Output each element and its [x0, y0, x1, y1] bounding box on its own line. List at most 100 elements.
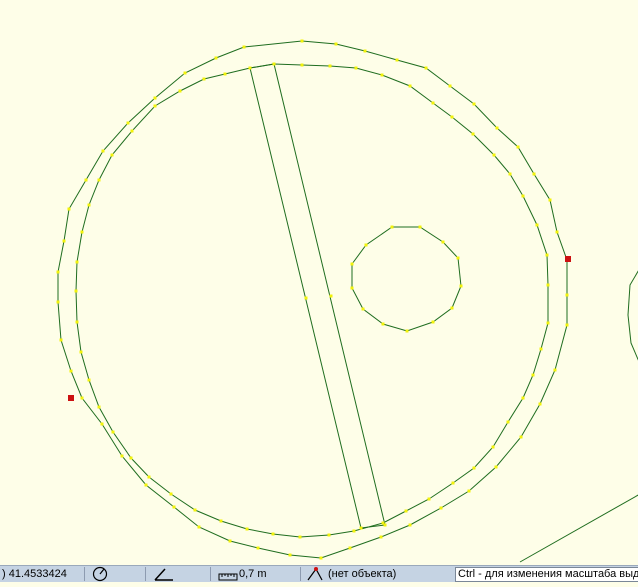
vertex-marker[interactable] [67, 207, 71, 211]
vertex-marker[interactable] [256, 546, 260, 550]
vertex-marker[interactable] [144, 483, 148, 487]
vertex-marker[interactable] [364, 243, 368, 247]
vertex-marker[interactable] [565, 323, 569, 327]
vertex-marker[interactable] [494, 465, 498, 469]
vertex-marker[interactable] [197, 525, 201, 529]
vertex-marker[interactable] [546, 283, 550, 287]
vertex-marker[interactable] [153, 104, 157, 108]
diagonal-strip-outline[interactable] [249, 63, 386, 529]
angle-icon[interactable] [153, 566, 175, 582]
vertex-marker[interactable] [178, 89, 182, 93]
vertex-marker[interactable] [495, 126, 499, 130]
selected-vertex-right[interactable] [565, 256, 571, 262]
vertex-marker[interactable] [120, 454, 124, 458]
vertex-marker[interactable] [531, 373, 535, 377]
vertex-marker[interactable] [219, 519, 223, 523]
vertex-marker[interactable] [381, 322, 385, 326]
outer-ring-outline[interactable] [57, 40, 568, 559]
inner-ring-outline[interactable] [75, 63, 549, 538]
vertex-marker[interactable] [363, 49, 367, 53]
vertex-marker[interactable] [467, 489, 471, 493]
vertex-marker[interactable] [87, 378, 91, 382]
vertex-marker[interactable] [506, 420, 510, 424]
vertex-marker[interactable] [84, 178, 88, 182]
vertex-marker[interactable] [427, 497, 431, 501]
vertex-marker[interactable] [538, 402, 542, 406]
partial-shape-outline[interactable] [627, 268, 638, 364]
vertex-marker[interactable] [56, 300, 60, 304]
vertex-marker[interactable] [359, 526, 363, 530]
vertex-marker[interactable] [456, 256, 460, 260]
vertex-marker[interactable] [97, 405, 101, 409]
vertex-marker[interactable] [492, 153, 496, 157]
vertex-marker[interactable] [59, 338, 63, 342]
vertex-marker[interactable] [288, 553, 292, 557]
vertex-marker[interactable] [450, 306, 454, 310]
vertex-marker[interactable] [298, 535, 302, 539]
vertex-marker[interactable] [350, 262, 354, 266]
vertex-marker[interactable] [87, 203, 91, 207]
vertex-marker[interactable] [328, 64, 332, 68]
vertex-marker[interactable] [271, 532, 275, 536]
vertex-marker[interactable] [565, 293, 569, 297]
vertex-marker[interactable] [272, 62, 276, 66]
vertex-marker[interactable] [361, 307, 365, 311]
vertex-marker[interactable] [441, 240, 445, 244]
vertex-marker[interactable] [169, 492, 173, 496]
vertex-marker[interactable] [519, 435, 523, 439]
vertex-marker[interactable] [101, 149, 105, 153]
vertex-marker[interactable] [539, 347, 543, 351]
vertex-marker[interactable] [352, 529, 356, 533]
vertex-marker[interactable] [521, 396, 525, 400]
vertex-marker[interactable] [62, 239, 66, 243]
vertex-marker[interactable] [79, 350, 83, 354]
vertex-marker[interactable] [80, 230, 84, 234]
vertex-marker[interactable] [546, 321, 550, 325]
vertex-marker[interactable] [111, 430, 115, 434]
vertex-marker[interactable] [327, 533, 331, 537]
vertex-marker[interactable] [491, 445, 495, 449]
vertex-marker[interactable] [508, 172, 512, 176]
vertex-marker[interactable] [439, 506, 443, 510]
vertex-marker[interactable] [97, 178, 101, 182]
vertex-marker[interactable] [202, 77, 206, 81]
vertex-marker[interactable] [56, 270, 60, 274]
vertex-marker[interactable] [304, 296, 308, 300]
vertex-marker[interactable] [130, 129, 134, 133]
vertex-marker[interactable] [383, 523, 387, 527]
vertex-marker[interactable] [300, 39, 304, 43]
vertex-marker[interactable] [472, 466, 476, 470]
vertex-marker[interactable] [348, 546, 352, 550]
vertex-marker[interactable] [248, 66, 252, 70]
diagonal-line[interactable] [519, 494, 638, 563]
vertex-marker[interactable] [183, 71, 187, 75]
vertex-marker[interactable] [193, 508, 197, 512]
vertex-marker[interactable] [516, 145, 520, 149]
vertex-marker[interactable] [395, 58, 399, 62]
vertex-marker[interactable] [172, 505, 176, 509]
vertex-marker[interactable] [214, 56, 218, 60]
vertex-marker[interactable] [354, 66, 358, 70]
vertex-marker[interactable] [448, 84, 452, 88]
vertex-marker[interactable] [404, 509, 408, 513]
vertex-marker[interactable] [242, 45, 246, 49]
vertex-marker[interactable] [431, 320, 435, 324]
vertex-marker[interactable] [424, 66, 428, 70]
vertex-marker[interactable] [153, 96, 157, 100]
vertex-marker[interactable] [100, 422, 104, 426]
ruler-icon[interactable] [218, 566, 238, 582]
vertex-marker[interactable] [126, 121, 130, 125]
vertex-marker[interactable] [245, 527, 249, 531]
vertex-marker[interactable] [228, 539, 232, 543]
vertex-marker[interactable] [390, 225, 394, 229]
vertex-marker[interactable] [319, 556, 323, 560]
vertex-marker[interactable] [80, 396, 84, 400]
vertex-marker[interactable] [553, 368, 557, 372]
vertex-marker[interactable] [74, 289, 78, 293]
vertex-marker[interactable] [300, 63, 304, 67]
vertex-marker[interactable] [418, 225, 422, 229]
vertex-marker[interactable] [223, 72, 227, 76]
vertex-marker[interactable] [555, 230, 559, 234]
vertex-marker[interactable] [75, 260, 79, 264]
vertex-marker[interactable] [147, 475, 151, 479]
